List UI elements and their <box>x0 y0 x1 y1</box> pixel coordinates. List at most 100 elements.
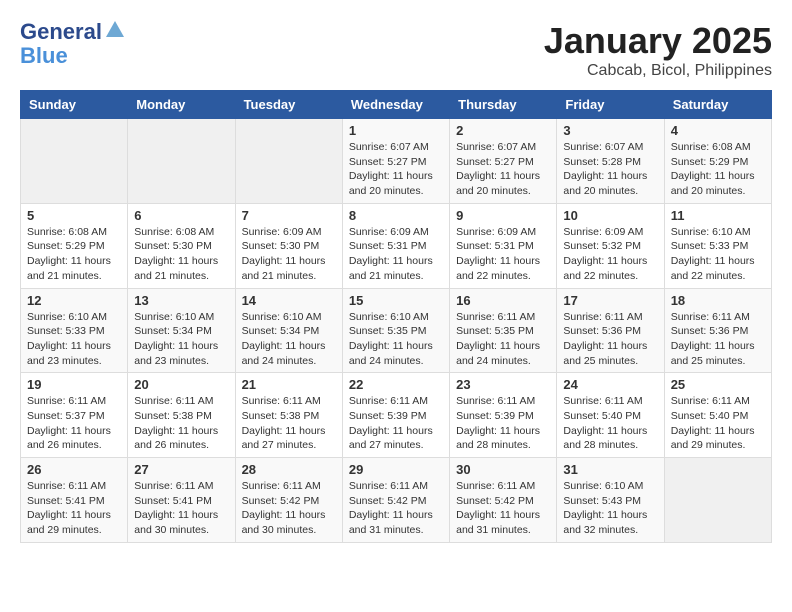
logo-blue: Blue <box>20 44 126 68</box>
calendar-cell: 4Sunrise: 6:08 AMSunset: 5:29 PMDaylight… <box>664 119 771 204</box>
day-number: 3 <box>563 123 657 138</box>
day-number: 18 <box>671 293 765 308</box>
day-number: 10 <box>563 208 657 223</box>
calendar-cell: 16 Sunrise: 6:11 AMSunset: 5:35 PMDayligh… <box>450 288 557 373</box>
day-number: 5 <box>27 208 121 223</box>
calendar-cell: 9 Sunrise: 6:09 AMSunset: 5:31 PMDaylight… <box>450 203 557 288</box>
calendar-cell: 19Sunrise: 6:11 AMSunset: 5:37 PMDayligh… <box>21 373 128 458</box>
day-info: Sunrise: 6:11 AMSunset: 5:38 PMDaylight:… <box>134 394 228 453</box>
calendar-cell: 14 Sunrise: 6:10 AMSunset: 5:34 PMDayligh… <box>235 288 342 373</box>
calendar-week-row: 12 Sunrise: 6:10 AMSunset: 5:33 PMDayligh… <box>21 288 772 373</box>
calendar-cell <box>235 119 342 204</box>
day-number: 30 <box>456 462 550 477</box>
logo-text: General <box>20 20 102 44</box>
day-number: 7 <box>242 208 336 223</box>
day-number: 24 <box>563 377 657 392</box>
calendar-cell: 1 Sunrise: 6:07 AMSunset: 5:27 PMDaylight… <box>342 119 449 204</box>
calendar-cell: 11 Sunrise: 6:10 AMSunset: 5:33 PMDayligh… <box>664 203 771 288</box>
weekday-header-sunday: Sunday <box>21 91 128 119</box>
day-info: Sunrise: 6:11 AMSunset: 5:40 PMDaylight:… <box>563 394 657 453</box>
month-title: January 2025 <box>544 20 772 62</box>
calendar-cell <box>128 119 235 204</box>
day-info: Sunrise: 6:09 AMSunset: 5:31 PMDaylight:… <box>349 225 443 284</box>
calendar-week-row: 26 Sunrise: 6:11 AMSunset: 5:41 PMDayligh… <box>21 458 772 543</box>
day-info: Sunrise: 6:09 AMSunset: 5:32 PMDaylight:… <box>563 225 657 284</box>
day-info: Sunrise: 6:11 AMSunset: 5:36 PMDaylight:… <box>671 310 765 369</box>
calendar-cell: 31 Sunrise: 6:10 AMSunset: 5:43 PMDayligh… <box>557 458 664 543</box>
day-info: Sunrise: 6:10 AMSunset: 5:33 PMDaylight:… <box>671 225 765 284</box>
day-info: Sunrise: 6:11 AMSunset: 5:40 PMDaylight:… <box>671 394 765 453</box>
day-number: 22 <box>349 377 443 392</box>
day-number: 11 <box>671 208 765 223</box>
calendar-cell: 30 Sunrise: 6:11 AMSunset: 5:42 PMDayligh… <box>450 458 557 543</box>
day-number: 23 <box>456 377 550 392</box>
day-info: Sunrise: 6:07 AMSunset: 5:27 PMDaylight:… <box>349 140 443 199</box>
day-number: 2 <box>456 123 550 138</box>
day-info: Sunrise: 6:11 AMSunset: 5:35 PMDaylight:… <box>456 310 550 369</box>
day-number: 31 <box>563 462 657 477</box>
day-info: Sunrise: 6:07 AMSunset: 5:28 PMDaylight:… <box>563 140 657 199</box>
calendar-cell: 23 Sunrise: 6:11 AMSunset: 5:39 PMDayligh… <box>450 373 557 458</box>
day-number: 21 <box>242 377 336 392</box>
calendar-cell: 27 Sunrise: 6:11 AMSunset: 5:41 PMDayligh… <box>128 458 235 543</box>
day-info: Sunrise: 6:11 AMSunset: 5:36 PMDaylight:… <box>563 310 657 369</box>
day-number: 26 <box>27 462 121 477</box>
page-header: General Blue January 2025 Cabcab, Bicol,… <box>20 20 772 80</box>
calendar-cell: 20 Sunrise: 6:11 AMSunset: 5:38 PMDayligh… <box>128 373 235 458</box>
calendar-cell <box>21 119 128 204</box>
day-number: 9 <box>456 208 550 223</box>
calendar-cell: 10 Sunrise: 6:09 AMSunset: 5:32 PMDayligh… <box>557 203 664 288</box>
day-number: 14 <box>242 293 336 308</box>
calendar-week-row: 1 Sunrise: 6:07 AMSunset: 5:27 PMDaylight… <box>21 119 772 204</box>
calendar-week-row: 5 Sunrise: 6:08 AMSunset: 5:29 PMDaylight… <box>21 203 772 288</box>
day-number: 16 <box>456 293 550 308</box>
day-info: Sunrise: 6:08 AMSunset: 5:29 PMDaylight:… <box>671 140 765 199</box>
day-info: Sunrise: 6:10 AMSunset: 5:34 PMDaylight:… <box>134 310 228 369</box>
calendar-cell: 7Sunrise: 6:09 AMSunset: 5:30 PMDaylight… <box>235 203 342 288</box>
logo-icon <box>104 19 126 41</box>
day-info: Sunrise: 6:07 AMSunset: 5:27 PMDaylight:… <box>456 140 550 199</box>
calendar-cell: 17 Sunrise: 6:11 AMSunset: 5:36 PMDayligh… <box>557 288 664 373</box>
calendar-cell: 25 Sunrise: 6:11 AMSunset: 5:40 PMDayligh… <box>664 373 771 458</box>
day-number: 12 <box>27 293 121 308</box>
day-number: 25 <box>671 377 765 392</box>
calendar-cell: 3 Sunrise: 6:07 AMSunset: 5:28 PMDaylight… <box>557 119 664 204</box>
weekday-header-thursday: Thursday <box>450 91 557 119</box>
day-info: Sunrise: 6:11 AMSunset: 5:39 PMDaylight:… <box>349 394 443 453</box>
day-info: Sunrise: 6:10 AMSunset: 5:43 PMDaylight:… <box>563 479 657 538</box>
day-info: Sunrise: 6:10 AMSunset: 5:33 PMDaylight:… <box>27 310 121 369</box>
calendar-cell: 21Sunrise: 6:11 AMSunset: 5:38 PMDayligh… <box>235 373 342 458</box>
day-info: Sunrise: 6:08 AMSunset: 5:29 PMDaylight:… <box>27 225 121 284</box>
calendar-cell: 5 Sunrise: 6:08 AMSunset: 5:29 PMDaylight… <box>21 203 128 288</box>
day-number: 13 <box>134 293 228 308</box>
weekday-header-monday: Monday <box>128 91 235 119</box>
calendar-cell: 15Sunrise: 6:10 AMSunset: 5:35 PMDayligh… <box>342 288 449 373</box>
day-info: Sunrise: 6:11 AMSunset: 5:42 PMDaylight:… <box>456 479 550 538</box>
day-info: Sunrise: 6:10 AMSunset: 5:34 PMDaylight:… <box>242 310 336 369</box>
calendar-cell <box>664 458 771 543</box>
day-info: Sunrise: 6:09 AMSunset: 5:31 PMDaylight:… <box>456 225 550 284</box>
day-number: 6 <box>134 208 228 223</box>
day-info: Sunrise: 6:11 AMSunset: 5:39 PMDaylight:… <box>456 394 550 453</box>
weekday-header-friday: Friday <box>557 91 664 119</box>
day-number: 17 <box>563 293 657 308</box>
calendar-cell: 2 Sunrise: 6:07 AMSunset: 5:27 PMDaylight… <box>450 119 557 204</box>
day-info: Sunrise: 6:11 AMSunset: 5:41 PMDaylight:… <box>134 479 228 538</box>
day-number: 19 <box>27 377 121 392</box>
weekday-header-wednesday: Wednesday <box>342 91 449 119</box>
day-number: 27 <box>134 462 228 477</box>
weekday-header-saturday: Saturday <box>664 91 771 119</box>
day-number: 1 <box>349 123 443 138</box>
calendar-cell: 24 Sunrise: 6:11 AMSunset: 5:40 PMDayligh… <box>557 373 664 458</box>
calendar-cell: 12 Sunrise: 6:10 AMSunset: 5:33 PMDayligh… <box>21 288 128 373</box>
calendar-cell: 22 Sunrise: 6:11 AMSunset: 5:39 PMDayligh… <box>342 373 449 458</box>
calendar-table: SundayMondayTuesdayWednesdayThursdayFrid… <box>20 90 772 543</box>
day-info: Sunrise: 6:10 AMSunset: 5:35 PMDaylight:… <box>349 310 443 369</box>
calendar-cell: 18 Sunrise: 6:11 AMSunset: 5:36 PMDayligh… <box>664 288 771 373</box>
day-number: 29 <box>349 462 443 477</box>
day-number: 28 <box>242 462 336 477</box>
day-number: 20 <box>134 377 228 392</box>
calendar-cell: 13 Sunrise: 6:10 AMSunset: 5:34 PMDayligh… <box>128 288 235 373</box>
weekday-header-row: SundayMondayTuesdayWednesdayThursdayFrid… <box>21 91 772 119</box>
day-info: Sunrise: 6:08 AMSunset: 5:30 PMDaylight:… <box>134 225 228 284</box>
